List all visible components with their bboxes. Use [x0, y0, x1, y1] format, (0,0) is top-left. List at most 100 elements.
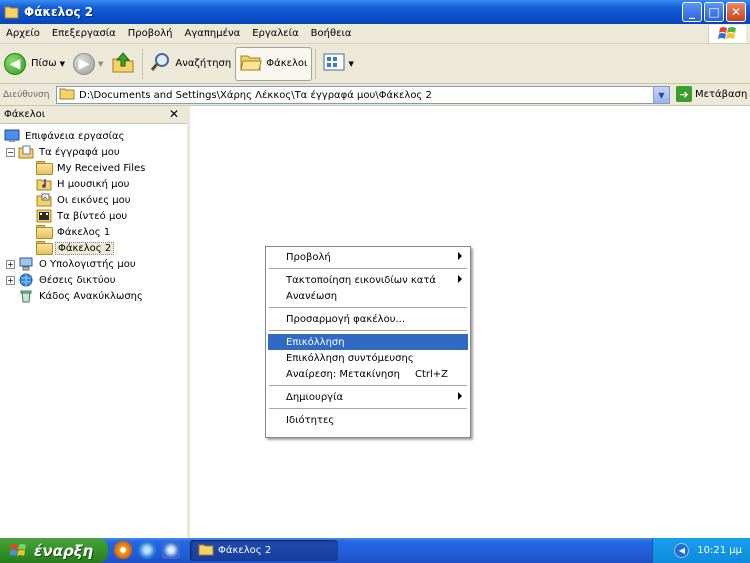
folder-tree-item[interactable]: Φάκελος 2	[0, 240, 187, 256]
go-button[interactable]: ➔ Μετάβαση	[676, 86, 747, 102]
folder-icon	[36, 225, 52, 239]
context-menu-item[interactable]: Επικόλληση	[268, 334, 468, 350]
views-button[interactable]: ▼	[319, 47, 357, 81]
taskbar: έναρξη Φάκελος 2 EN ◀ 10:21 μμ	[0, 538, 750, 563]
expand-icon[interactable]: +	[6, 259, 15, 269]
chevron-down-icon[interactable]: ▼	[348, 60, 353, 68]
close-button[interactable]: ✕	[726, 2, 746, 22]
forward-button[interactable]: ▶ ▼	[69, 47, 107, 81]
folder-tree-label: Τα βίντεό μου	[57, 210, 128, 222]
chevron-down-icon[interactable]: ▼	[60, 60, 65, 68]
folder-tree-item[interactable]: Φάκελος 1	[0, 224, 187, 240]
expand-icon[interactable]: +	[6, 275, 15, 285]
menu-bar: Αρχείο Επεξεργασία Προβολή Αγαπημένα Εργ…	[0, 24, 750, 44]
folder-tree-label: Η μουσική μου	[57, 178, 130, 190]
folders-pane-title: Φάκελοι	[4, 109, 46, 120]
folder-tree-label: Κάδος Ανακύκλωσης	[39, 290, 143, 302]
minimize-button[interactable]: _	[682, 2, 702, 22]
context-menu-item[interactable]: Ανανέωση	[268, 288, 468, 304]
collapse-icon[interactable]: −	[6, 147, 15, 157]
menu-separator	[269, 408, 467, 409]
context-menu: Προβολή Τακτοποίηση εικονιδίων κατά Ανανέω…	[265, 246, 471, 438]
address-label: Διεύθυνση	[3, 89, 50, 100]
context-menu-label: Επικόλληση	[286, 336, 345, 348]
context-menu-item[interactable]: Δημιουργία	[268, 389, 468, 405]
folders-pane-header: Φάκελοι ✕	[0, 106, 187, 124]
folder-tree-item[interactable]: + Ο Υπολογιστής μου	[0, 256, 187, 272]
folder-tree-item[interactable]: Κάδος Ανακύκλωσης	[0, 288, 187, 304]
internet-explorer-icon[interactable]	[138, 541, 156, 559]
folders-icon	[240, 52, 262, 75]
music-folder-icon	[36, 177, 52, 191]
folder-tree-label: Οι εικόνες μου	[57, 194, 131, 206]
folder-tree: Επιφάνεια εργασίας − Τα έγγραφά μου My Rece…	[0, 124, 187, 304]
folder-tree-item[interactable]: + Θέσεις δικτύου	[0, 272, 187, 288]
submenu-arrow-icon	[458, 392, 462, 400]
context-menu-item[interactable]: Τακτοποίηση εικονιδίων κατά	[268, 272, 468, 288]
address-input[interactable]: D:\Documents and Settings\Χάρης Λέκκος\Τ…	[56, 86, 670, 104]
menu-tools[interactable]: Εργαλεία	[246, 28, 304, 39]
chevron-left-icon[interactable]: ◀	[674, 543, 690, 558]
submenu-arrow-icon	[458, 275, 462, 283]
menu-separator	[269, 268, 467, 269]
forward-arrow-icon: ▶	[73, 52, 96, 75]
start-label: έναρξη	[34, 541, 94, 560]
menu-view[interactable]: Προβολή	[122, 28, 179, 39]
window-title: Φάκελος 2	[24, 5, 94, 19]
quick-launch	[114, 541, 180, 559]
toolbar: ◀ Πίσω ▼ ▶ ▼ Αναζήτηση Φάκελοι ▼	[0, 44, 750, 84]
address-path: D:\Documents and Settings\Χάρης Λέκκος\Τ…	[79, 89, 432, 101]
search-icon	[150, 51, 172, 76]
pictures-folder-icon	[36, 193, 52, 207]
folder-tree-label: Φάκελος 1	[57, 226, 111, 238]
context-menu-item[interactable]: Αναίρεση: Μετακίνηση Ctrl+Z	[268, 366, 468, 382]
menu-edit[interactable]: Επεξεργασία	[46, 28, 122, 39]
menu-help[interactable]: Βοήθεια	[305, 28, 358, 39]
chevron-down-icon[interactable]: ▼	[653, 87, 669, 103]
menu-file[interactable]: Αρχείο	[0, 28, 46, 39]
context-menu-label: Ανανέωση	[286, 290, 338, 302]
taskbar-item-folder[interactable]: Φάκελος 2	[190, 540, 338, 561]
up-folder-button[interactable]	[107, 47, 139, 81]
context-menu-item[interactable]: Προσαρμογή φακέλου...	[268, 311, 468, 327]
media-player-icon[interactable]	[114, 541, 132, 559]
search-button[interactable]: Αναζήτηση	[146, 47, 235, 81]
menu-separator	[269, 385, 467, 386]
title-bar[interactable]: Φάκελος 2 _ □ ✕	[0, 0, 750, 24]
context-menu-label: Αναίρεση: Μετακίνηση	[286, 368, 400, 380]
address-bar: Διεύθυνση D:\Documents and Settings\Χάρη…	[0, 84, 750, 106]
my-computer-icon	[18, 257, 34, 271]
folder-tree-item[interactable]: Τα βίντεό μου	[0, 208, 187, 224]
context-menu-label: Τακτοποίηση εικονιδίων κατά	[286, 274, 436, 286]
folder-icon	[36, 161, 52, 175]
desktop-icon	[4, 129, 20, 143]
context-menu-item[interactable]: Ιδιότητες	[268, 412, 468, 428]
folder-tree-label: Επιφάνεια εργασίας	[25, 130, 125, 142]
system-tray: ◀ 10:21 μμ	[652, 538, 750, 563]
folders-pane: Φάκελοι ✕ Επιφάνεια εργασίας − Τα έγγραφά …	[0, 106, 190, 538]
folder-tree-item[interactable]: − Τα έγγραφά μου	[0, 144, 187, 160]
context-menu-item[interactable]: Επικόλληση συντόμευσης	[268, 350, 468, 366]
folder-open-icon	[59, 87, 75, 103]
context-menu-label: Επικόλληση συντόμευσης	[286, 352, 414, 364]
folder-tree-item[interactable]: Οι εικόνες μου	[0, 192, 187, 208]
folder-tree-item[interactable]: My Received Files	[0, 160, 187, 176]
back-button[interactable]: ◀ Πίσω ▼	[0, 47, 69, 81]
maximize-button[interactable]: □	[704, 2, 724, 22]
menu-favorites[interactable]: Αγαπημένα	[179, 28, 247, 39]
folders-button[interactable]: Φάκελοι	[235, 46, 313, 81]
folder-tree-item[interactable]: Επιφάνεια εργασίας	[0, 128, 187, 144]
folder-tree-label: Τα έγγραφά μου	[39, 146, 120, 158]
shortcut-label: Ctrl+Z	[414, 368, 448, 380]
outlook-express-icon[interactable]	[162, 541, 180, 559]
folder-tree-item[interactable]: Η μουσική μου	[0, 176, 187, 192]
folder-icon	[4, 5, 20, 19]
start-button[interactable]: έναρξη	[0, 538, 108, 563]
windows-logo-icon	[708, 25, 746, 43]
clock: 10:21 μμ	[697, 545, 742, 556]
folder-tree-label: My Received Files	[57, 162, 146, 174]
context-menu-item[interactable]: Προβολή	[268, 249, 468, 265]
menu-separator	[269, 330, 467, 331]
close-icon[interactable]: ✕	[169, 107, 179, 121]
chevron-down-icon[interactable]: ▼	[98, 60, 103, 68]
